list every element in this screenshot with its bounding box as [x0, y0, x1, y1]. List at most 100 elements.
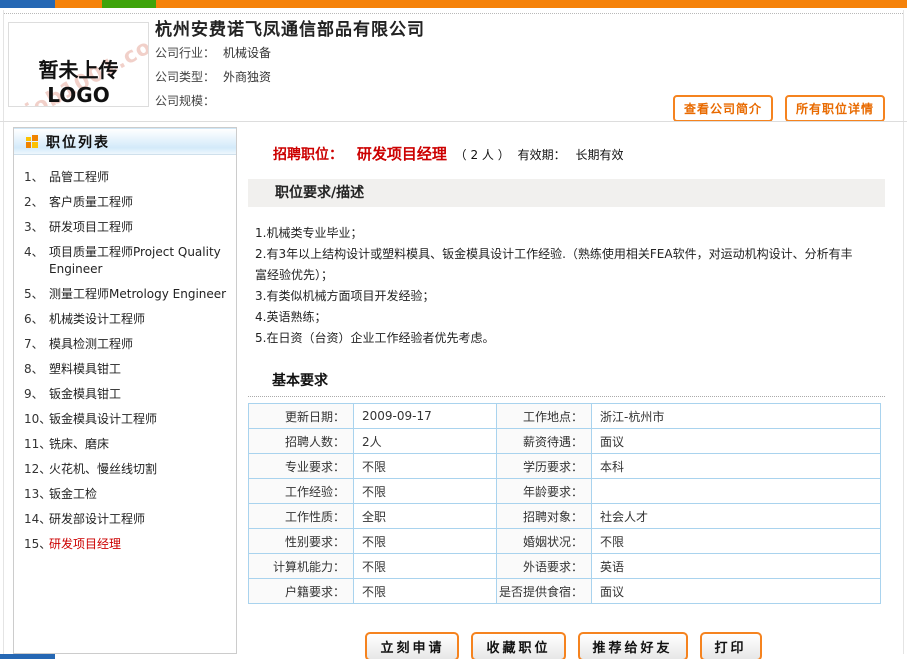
- job-label: 研发项目经理: [49, 536, 121, 553]
- field-value: [592, 479, 881, 504]
- job-label: 品管工程师: [49, 169, 109, 186]
- field-value: 浙江-杭州市: [592, 404, 881, 429]
- field-label: 招聘对象：: [497, 504, 592, 529]
- field-label: 学历要求：: [497, 454, 592, 479]
- job-index: 15、: [24, 536, 49, 553]
- job-label: 钣金模具钳工: [49, 386, 121, 403]
- job-index: 11、: [24, 436, 49, 453]
- field-value: 面议: [592, 579, 881, 604]
- field-value: 面议: [592, 429, 881, 454]
- header-dotted-divider: [4, 13, 903, 14]
- job-index: 3、: [24, 219, 49, 236]
- table-row: 户籍要求：不限是否提供食宿：面议: [249, 579, 881, 604]
- sidebar-item-job[interactable]: 5、测量工程师Metrology Engineer: [24, 286, 232, 303]
- sidebar-item-job[interactable]: 1、品管工程师: [24, 169, 232, 186]
- job-list: 1、品管工程师2、客户质量工程师3、研发项目工程师4、项目质量工程师Projec…: [14, 155, 236, 553]
- table-row: 性别要求：不限婚姻状况：不限: [249, 529, 881, 554]
- field-value: 不限: [354, 579, 497, 604]
- job-position-label: 招聘职位：: [273, 147, 343, 163]
- job-index: 12、: [24, 461, 49, 478]
- table-row: 工作经验：不限年龄要求：: [249, 479, 881, 504]
- validity-value: 长期有效: [575, 148, 623, 162]
- job-index: 8、: [24, 361, 49, 378]
- all-positions-button[interactable]: 所有职位详情: [785, 95, 885, 122]
- job-headcount: （ 2 人 ）: [455, 148, 510, 162]
- field-value: 不限: [354, 554, 497, 579]
- topbar-segment-blue: [0, 0, 55, 8]
- job-label: 钣金模具设计工程师: [49, 411, 157, 428]
- field-label: 招聘人数：: [249, 429, 354, 454]
- sidebar-item-job[interactable]: 11、铣床、磨床: [24, 436, 232, 453]
- requirements-list: 1.机械类专业毕业；2.有3年以上结构设计或塑料模具、钣金模具设计工作经验.（熟…: [255, 223, 863, 349]
- requirement-line: 2.有3年以上结构设计或塑料模具、钣金模具设计工作经验.（熟练使用相关FEA软件…: [255, 244, 863, 286]
- job-index: 10、: [24, 411, 49, 428]
- sidebar-item-job[interactable]: 3、研发项目工程师: [24, 219, 232, 236]
- sidebar-item-job[interactable]: 12、火花机、慢丝线切割: [24, 461, 232, 478]
- field-value: 英语: [592, 554, 881, 579]
- sidebar-item-job[interactable]: 7、模具检测工程师: [24, 336, 232, 353]
- field-label: 婚姻状况：: [497, 529, 592, 554]
- sidebar-item-job[interactable]: 2、客户质量工程师: [24, 194, 232, 211]
- sidebar-item-job[interactable]: 6、机械类设计工程师: [24, 311, 232, 328]
- job-index: 7、: [24, 336, 49, 353]
- job-label: 客户质量工程师: [49, 194, 133, 211]
- botbar-segment-blue: [0, 654, 55, 659]
- view-company-profile-button[interactable]: 查看公司简介: [673, 95, 773, 122]
- company-field-label: 公司行业：: [155, 46, 215, 60]
- grid-icon: [26, 135, 39, 148]
- job-position-title: 研发项目经理: [357, 145, 447, 163]
- company-field-value: 机械设备: [223, 46, 271, 60]
- field-value: 社会人才: [592, 504, 881, 529]
- page-left-border: [3, 10, 4, 654]
- sidebar-item-job[interactable]: 4、项目质量工程师Project Quality Engineer: [24, 244, 232, 278]
- job-label: 机械类设计工程师: [49, 311, 145, 328]
- field-label: 工作性质：: [249, 504, 354, 529]
- field-value: 本科: [592, 454, 881, 479]
- job-label: 研发项目工程师: [49, 219, 133, 236]
- bottom-color-bar: [0, 654, 907, 659]
- field-value: 不限: [592, 529, 881, 554]
- sidebar-item-job[interactable]: 13、钣金工检: [24, 486, 232, 503]
- job-list-sidebar: 职位列表 1、品管工程师2、客户质量工程师3、研发项目工程师4、项目质量工程师P…: [13, 127, 237, 654]
- sidebar-item-job[interactable]: 9、钣金模具钳工: [24, 386, 232, 403]
- job-index: 5、: [24, 286, 49, 303]
- sidebar-item-job[interactable]: 10、钣金模具设计工程师: [24, 411, 232, 428]
- table-row: 招聘人数：2人薪资待遇：面议: [249, 429, 881, 454]
- field-label: 计算机能力：: [249, 554, 354, 579]
- top-color-bar: [0, 0, 907, 8]
- job-index: 6、: [24, 311, 49, 328]
- field-value: 不限: [354, 454, 497, 479]
- job-label: 研发部设计工程师: [49, 511, 145, 528]
- table-row: 专业要求：不限学历要求：本科: [249, 454, 881, 479]
- job-header: 招聘职位： 研发项目经理 （ 2 人 ） 有效期： 长期有效: [273, 143, 895, 164]
- basic-table-body: 更新日期：2009-09-17工作地点：浙江-杭州市招聘人数：2人薪资待遇：面议…: [249, 404, 881, 604]
- job-index: 2、: [24, 194, 49, 211]
- company-field: 公司类型：外商独资: [155, 65, 271, 89]
- field-value: 2009-09-17: [354, 404, 497, 429]
- sidebar-item-job[interactable]: 14、研发部设计工程师: [24, 511, 232, 528]
- page-right-border: [903, 10, 904, 654]
- table-row: 更新日期：2009-09-17工作地点：浙江-杭州市: [249, 404, 881, 429]
- company-field: 公司行业： 机械设备: [155, 41, 271, 65]
- requirement-line: 5.在日资（台资）企业工作经验者优先考虑。: [255, 328, 863, 349]
- job-label: 项目质量工程师Project Quality Engineer: [49, 244, 232, 278]
- job-label: 测量工程师Metrology Engineer: [49, 286, 226, 303]
- company-field: 公司规模：: [155, 89, 271, 113]
- field-value: 2人: [354, 429, 497, 454]
- company-field-value: 外商独资: [223, 70, 271, 84]
- sidebar-item-job[interactable]: 8、塑料模具钳工: [24, 361, 232, 378]
- job-label: 铣床、磨床: [49, 436, 109, 453]
- table-row: 计算机能力：不限外语要求：英语: [249, 554, 881, 579]
- requirement-line: 3.有类似机械方面项目开发经验；: [255, 286, 863, 307]
- field-label: 更新日期：: [249, 404, 354, 429]
- job-label: 塑料模具钳工: [49, 361, 121, 378]
- field-label: 工作经验：: [249, 479, 354, 504]
- requirement-line: 1.机械类专业毕业；: [255, 223, 863, 244]
- requirement-line: 4.英语熟练；: [255, 307, 863, 328]
- topbar-segment-orange: [55, 0, 102, 8]
- company-fields: 公司行业： 机械设备公司类型：外商独资公司规模：: [155, 41, 271, 113]
- sidebar-item-job[interactable]: 15、研发项目经理: [24, 536, 232, 553]
- field-value: 不限: [354, 479, 497, 504]
- job-index: 9、: [24, 386, 49, 403]
- basic-table: 更新日期：2009-09-17工作地点：浙江-杭州市招聘人数：2人薪资待遇：面议…: [248, 403, 881, 604]
